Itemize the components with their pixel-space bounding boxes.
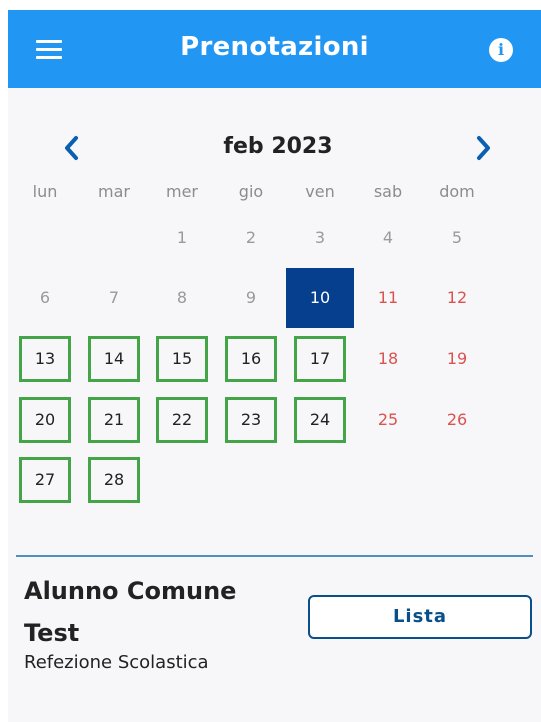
student-name: Alunno Comune Test: [24, 577, 237, 647]
month-label: feb 2023: [223, 134, 333, 159]
service-name: Refezione Scolastica: [24, 652, 209, 673]
calendar-day[interactable]: 13: [19, 336, 71, 382]
weekday-label: mer: [165, 182, 198, 201]
chevron-right-icon[interactable]: [471, 134, 495, 162]
chevron-left-icon[interactable]: [60, 134, 84, 162]
calendar-day: 3: [314, 228, 326, 247]
calendar-day: 18: [377, 349, 399, 368]
calendar-day[interactable]: 28: [88, 457, 140, 503]
calendar-day[interactable]: 20: [19, 397, 71, 443]
calendar-day: 8: [176, 288, 188, 307]
calendar-day: 4: [382, 228, 394, 247]
calendar-day[interactable]: 23: [225, 397, 277, 443]
calendar-day: 7: [108, 288, 120, 307]
calendar-day: 9: [245, 288, 257, 307]
info-icon[interactable]: i: [489, 38, 513, 62]
page-title: Prenotazioni: [180, 32, 369, 62]
app-bar: Prenotazioni i: [8, 10, 541, 88]
calendar-day[interactable]: 24: [294, 397, 346, 443]
calendar-day[interactable]: 14: [88, 336, 140, 382]
calendar-day: 2: [245, 228, 257, 247]
weekday-label: sab: [373, 182, 403, 201]
weekday-label: dom: [439, 182, 475, 201]
calendar-day[interactable]: 16: [225, 336, 277, 382]
calendar-day: 11: [377, 288, 399, 307]
calendar-day-today: 10: [286, 268, 354, 328]
calendar-day[interactable]: 15: [156, 336, 208, 382]
weekday-label: mar: [98, 182, 130, 201]
weekday-label: lun: [32, 182, 58, 201]
calendar-day: 26: [446, 410, 468, 429]
calendar-day[interactable]: 22: [156, 397, 208, 443]
divider: [16, 555, 533, 557]
calendar-day[interactable]: 27: [19, 457, 71, 503]
app-screen: Prenotazioni i feb 2023 lun mar mer gio ven s…: [8, 10, 541, 722]
calendar-day: 6: [39, 288, 51, 307]
calendar-day[interactable]: 21: [88, 397, 140, 443]
calendar-day: 5: [451, 228, 463, 247]
weekday-label: gio: [238, 182, 264, 201]
calendar-day: 1: [176, 228, 188, 247]
calendar-day[interactable]: 17: [294, 336, 346, 382]
calendar-day: 25: [377, 410, 399, 429]
weekday-label: ven: [305, 182, 335, 201]
calendar-day: 19: [446, 349, 468, 368]
lista-button[interactable]: Lista: [308, 595, 532, 639]
calendar-day: 12: [446, 288, 468, 307]
